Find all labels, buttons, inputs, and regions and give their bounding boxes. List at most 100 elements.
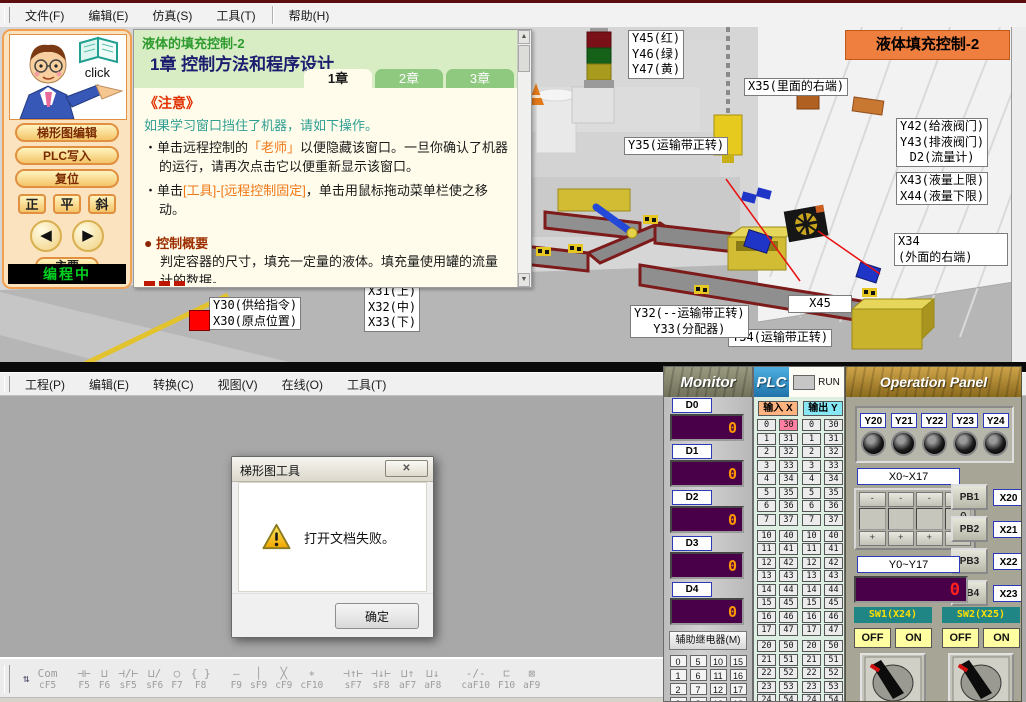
device-16[interactable]: 16: [802, 611, 821, 623]
device-40[interactable]: 40: [779, 530, 798, 542]
lesson-tab-1[interactable]: 1章: [304, 69, 372, 88]
m-relay-12[interactable]: 12: [710, 683, 727, 695]
device-43[interactable]: 43: [824, 570, 843, 582]
menubar-grip[interactable]: [4, 7, 10, 23]
ladder-menu-item-1[interactable]: 工程(P): [13, 373, 77, 396]
digit-decrement-button[interactable]: -: [888, 492, 915, 507]
toolbar-caF10-button[interactable]: -/-caF10: [461, 668, 490, 691]
device-12[interactable]: 12: [802, 557, 821, 569]
toolbar-aF7-button[interactable]: ⊔↑aF7: [399, 668, 416, 691]
device-36[interactable]: 36: [779, 500, 798, 512]
device-15[interactable]: 15: [757, 597, 776, 609]
ladder-menubar-grip[interactable]: [4, 376, 10, 392]
scroll-down-icon[interactable]: ▼: [518, 273, 530, 287]
m-relay-6[interactable]: 6: [690, 669, 707, 681]
device-47[interactable]: 47: [779, 624, 798, 636]
device-30[interactable]: 30: [779, 419, 798, 431]
digit-increment-button[interactable]: +: [888, 531, 915, 546]
lesson-scrollbar[interactable]: ▲ ▼: [517, 30, 531, 287]
device-51[interactable]: 51: [824, 654, 843, 666]
m-relay-10[interactable]: 10: [710, 655, 727, 667]
device-37[interactable]: 37: [779, 514, 798, 526]
device-20[interactable]: 20: [802, 640, 821, 652]
device-32[interactable]: 32: [779, 446, 798, 458]
device-22[interactable]: 22: [802, 667, 821, 679]
toolbar-F9-button[interactable]: —F9: [231, 668, 242, 691]
device-24[interactable]: 24: [802, 694, 821, 702]
digit-increment-button[interactable]: +: [859, 531, 886, 546]
m-relay-18[interactable]: 18: [730, 697, 747, 702]
m-relay-3[interactable]: 3: [670, 697, 687, 702]
device-23[interactable]: 23: [802, 681, 821, 693]
lesson-tab-2[interactable]: 2章: [375, 69, 443, 88]
m-relay-17[interactable]: 17: [730, 683, 747, 695]
app-menu-item-3[interactable]: 仿真(S): [140, 4, 204, 27]
device-11[interactable]: 11: [802, 543, 821, 555]
device-5[interactable]: 5: [802, 487, 821, 499]
device-53[interactable]: 53: [779, 681, 798, 693]
device-35[interactable]: 35: [824, 487, 843, 499]
reset-button[interactable]: 复位: [15, 169, 119, 188]
device-21[interactable]: 21: [802, 654, 821, 666]
ladder-toolbar-grip[interactable]: [4, 665, 10, 693]
device-44[interactable]: 44: [779, 584, 798, 596]
device-1[interactable]: 1: [757, 433, 776, 445]
device-10[interactable]: 10: [802, 530, 821, 542]
rotary-knob-icon[interactable]: [948, 653, 1014, 702]
device-22[interactable]: 22: [757, 667, 776, 679]
digit-decrement-button[interactable]: -: [859, 492, 886, 507]
digit-increment-button[interactable]: +: [916, 531, 943, 546]
m-relay-13[interactable]: 13: [710, 697, 727, 702]
device-46[interactable]: 46: [779, 611, 798, 623]
device-31[interactable]: 31: [824, 433, 843, 445]
device-31[interactable]: 31: [779, 433, 798, 445]
ladder-edit-button[interactable]: 梯形图编辑: [15, 123, 119, 142]
m-relay-8[interactable]: 8: [690, 697, 707, 702]
device-44[interactable]: 44: [824, 584, 843, 596]
device-45[interactable]: 45: [779, 597, 798, 609]
m-relay-5[interactable]: 5: [690, 655, 707, 667]
ladder-menu-item-2[interactable]: 编辑(E): [77, 373, 141, 396]
plc-write-button[interactable]: PLC写入: [15, 146, 119, 165]
aux-relay-button[interactable]: 辅助继电器(M): [669, 631, 747, 650]
m-relay-0[interactable]: 0: [670, 655, 687, 667]
ok-button[interactable]: 确定: [335, 603, 419, 629]
device-47[interactable]: 47: [824, 624, 843, 636]
app-menu-item-2[interactable]: 编辑(E): [76, 4, 140, 27]
toolbar-F6-button[interactable]: ⊔F6: [99, 668, 110, 691]
device-2[interactable]: 2: [802, 446, 821, 458]
device-6[interactable]: 6: [802, 500, 821, 512]
app-menu-item-1[interactable]: 文件(F): [13, 4, 76, 27]
device-33[interactable]: 33: [824, 460, 843, 472]
device-14[interactable]: 14: [757, 584, 776, 596]
toolbar-sF5-button[interactable]: ⊣/⊢sF5: [118, 668, 138, 691]
toolbar-cF10-button[interactable]: ∗cF10: [300, 668, 323, 691]
toolbar-aF9-button[interactable]: ⊠aF9: [523, 668, 540, 691]
prev-page-button[interactable]: ◀: [30, 220, 62, 252]
rotary-knob-icon[interactable]: [860, 653, 926, 702]
device-50[interactable]: 50: [779, 640, 798, 652]
toolbar-F8-button[interactable]: { }F8: [191, 668, 211, 691]
device-17[interactable]: 17: [757, 624, 776, 636]
push-button-PB2[interactable]: PB2: [951, 516, 988, 542]
device-20[interactable]: 20: [757, 640, 776, 652]
device-12[interactable]: 12: [757, 557, 776, 569]
toolbar-aF8-button[interactable]: ⊔↓aF8: [424, 668, 441, 691]
device-2[interactable]: 2: [757, 446, 776, 458]
device-34[interactable]: 34: [824, 473, 843, 485]
device-50[interactable]: 50: [824, 640, 843, 652]
device-52[interactable]: 52: [779, 667, 798, 679]
toolbar-sF6-button[interactable]: ⊔/sF6: [146, 668, 163, 691]
device-53[interactable]: 53: [824, 681, 843, 693]
device-7[interactable]: 7: [802, 514, 821, 526]
ladder-menu-item-4[interactable]: 视图(V): [206, 373, 270, 396]
device-7[interactable]: 7: [757, 514, 776, 526]
device-46[interactable]: 46: [824, 611, 843, 623]
device-42[interactable]: 42: [779, 557, 798, 569]
m-relay-15[interactable]: 15: [730, 655, 747, 667]
device-13[interactable]: 13: [802, 570, 821, 582]
next-page-button[interactable]: ▶: [72, 220, 104, 252]
device-51[interactable]: 51: [779, 654, 798, 666]
lesson-tab-3[interactable]: 3章: [446, 69, 514, 88]
push-button-PB1[interactable]: PB1: [951, 484, 988, 510]
